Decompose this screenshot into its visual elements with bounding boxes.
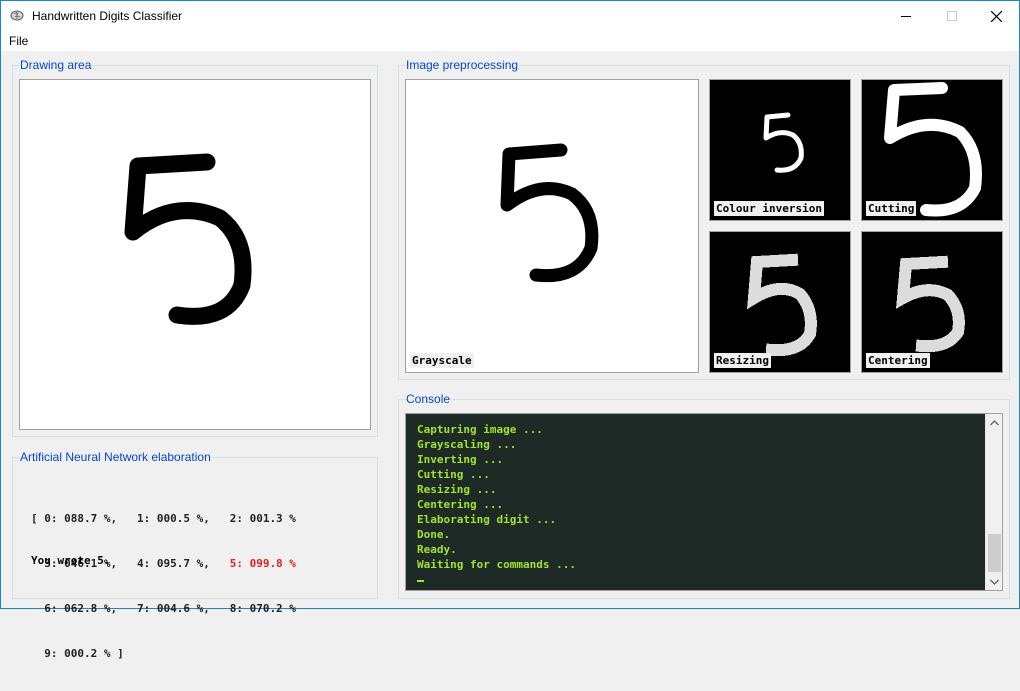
menu-file[interactable]: File — [9, 34, 28, 48]
scroll-up-button[interactable] — [986, 414, 1003, 431]
ann-cell-highlight: 5: 099.8 % — [229, 557, 296, 570]
maximize-icon — [947, 11, 957, 21]
grayscale-label: Grayscale — [410, 353, 474, 368]
app-window: Handwritten Digits Classifier File Drawi… — [0, 0, 1020, 660]
console-lines: Capturing image ... Grayscaling ... Inve… — [417, 422, 576, 572]
console-line: Resizing ... — [417, 483, 497, 496]
thumb-label: Colour inversion — [714, 201, 824, 216]
ann-label: Artificial Neural Network elaboration — [19, 450, 212, 464]
ann-row: 9: 000.2 % ] — [31, 646, 296, 661]
inverted-digit — [763, 112, 804, 173]
console-line: Elaborating digit ... — [417, 513, 557, 526]
thumb-centering: Centering — [861, 231, 1003, 373]
preprocessing-label: Image preprocessing — [405, 58, 520, 72]
thumb-label: Centering — [866, 353, 930, 368]
console-line: Inverting ... — [417, 453, 504, 466]
drawing-canvas[interactable] — [19, 79, 371, 430]
ann-row: [ 0: 088.7 %, 1: 000.5 %, 2: 001.3 % — [31, 511, 296, 526]
console-output[interactable]: Capturing image ... Grayscaling ... Inve… — [405, 413, 1003, 591]
console-line: Capturing image ... — [417, 423, 543, 436]
title-bar[interactable]: Handwritten Digits Classifier — [1, 1, 1019, 31]
ann-cell: 2: 001.3 % — [229, 512, 296, 525]
close-icon — [990, 10, 1002, 22]
thumb-label: Cutting — [866, 201, 917, 216]
drawing-area-label: Drawing area — [19, 58, 93, 72]
thumb-resizing: Resizing — [709, 231, 851, 373]
resized-digit — [747, 253, 817, 357]
ann-output: [ 0: 088.7 %, 1: 000.5 %, 2: 001.3 % 3: … — [31, 481, 296, 691]
console-line: Centering ... — [417, 498, 504, 511]
chevron-up-icon — [990, 419, 999, 425]
brain-icon — [10, 10, 24, 21]
console-scrollbar[interactable] — [985, 414, 1002, 590]
minimize-button[interactable] — [883, 1, 929, 31]
text-cursor — [417, 580, 424, 582]
result-text: You wrote 5. — [31, 554, 111, 567]
grayscale-digit — [500, 143, 599, 283]
minimize-icon — [901, 16, 911, 17]
console-line: Done. — [417, 528, 451, 541]
scroll-thumb[interactable] — [988, 534, 1001, 572]
thumb-colour-inversion: Colour inversion — [709, 79, 851, 221]
centered-digit — [896, 255, 965, 353]
console-line: Grayscaling ... — [417, 438, 517, 451]
ann-cell: 9: 000.2 % ] — [31, 647, 124, 660]
menu-bar: File — [1, 31, 1019, 51]
close-button[interactable] — [973, 1, 1019, 31]
console-line: Cutting ... — [417, 468, 490, 481]
console-label: Console — [405, 392, 452, 406]
scroll-down-button[interactable] — [986, 573, 1003, 590]
window-title: Handwritten Digits Classifier — [32, 9, 183, 23]
thumb-cutting: Cutting — [861, 79, 1003, 221]
maximize-button[interactable] — [929, 1, 975, 31]
ann-cell: 4: 095.7 %, — [136, 557, 210, 570]
ann-cell: 1: 000.5 %, — [136, 512, 210, 525]
console-line: Waiting for commands ... — [417, 558, 576, 571]
grayscale-image: Grayscale — [405, 79, 699, 373]
thumb-label: Resizing — [714, 353, 771, 368]
chevron-down-icon — [990, 579, 999, 585]
ann-cell: [ 0: 088.7 %, — [31, 512, 118, 525]
drawn-digit — [124, 153, 252, 325]
console-line: Ready. — [417, 543, 457, 556]
cut-digit — [884, 82, 982, 217]
